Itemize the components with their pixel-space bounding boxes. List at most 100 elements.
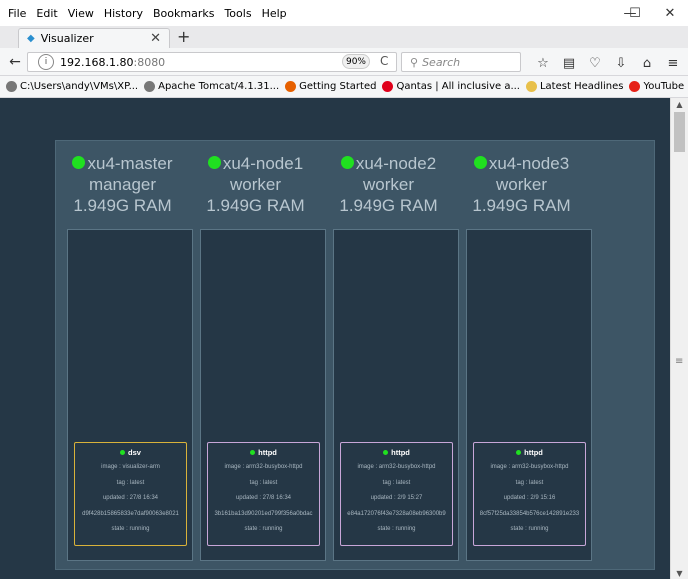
container-id: d9f428b15865833e7daf90063e8021 (82, 510, 179, 517)
node-xu4-node1: xu4-node1 worker 1.949G RAM httpd image : ar… (189, 141, 326, 571)
close-window-button[interactable]: ✕ (652, 0, 688, 26)
bookmark-item[interactable]: YouTube (629, 81, 684, 92)
info-icon[interactable]: i (38, 54, 54, 70)
node-role: worker (362, 175, 414, 194)
scroll-down-icon[interactable]: ▼ (671, 567, 688, 579)
container-image: image : arm32-busybox-httpd (357, 464, 436, 470)
back-button[interactable]: ← (5, 52, 25, 72)
node-name: xu4-master (87, 154, 173, 173)
vertical-scrollbar[interactable]: ▲ ≡ ▼ (670, 98, 688, 579)
youtube-icon (629, 81, 641, 92)
menu-item-bookmarks[interactable]: Bookmarks (151, 7, 216, 20)
node-header: xu4-node3 worker 1.949G RAM (455, 153, 588, 216)
zoom-indicator[interactable]: 90% (342, 54, 370, 69)
container-image: image : visualizer-arm (101, 464, 160, 470)
bookmark-star-icon[interactable]: ☆ (534, 54, 552, 72)
bookmark-label: Qantas | All inclusive a... (396, 81, 520, 92)
menu-item-edit[interactable]: Edit (34, 7, 59, 20)
container-state: state : running (510, 526, 549, 532)
bookmark-label: C:\Users\andy\VMs\XP... (20, 81, 139, 92)
container-card[interactable]: httpd image : arm32-busybox-httpd tag : la… (340, 442, 453, 546)
search-placeholder: Search (422, 55, 461, 69)
tab-visualizer[interactable]: ◆ Visualizer ✕ (18, 28, 170, 48)
scroll-grip-icon: ≡ (675, 356, 684, 367)
menu-item-tools[interactable]: Tools (222, 7, 253, 20)
swarm-cluster: xu4-master manager 1.949G RAM dsv image : vi… (55, 140, 655, 570)
menu-item-file[interactable]: File (6, 7, 28, 20)
node-name: xu4-node2 (355, 154, 437, 173)
status-dot-icon (516, 449, 522, 455)
container-card[interactable]: dsv image : visualizer-arm tag : latest upd… (74, 442, 187, 546)
scroll-up-icon[interactable]: ▲ (671, 98, 688, 110)
container-card[interactable]: httpd image : arm32-busybox-httpd tag : la… (473, 442, 586, 546)
container-card[interactable]: httpd image : arm32-busybox-httpd tag : la… (207, 442, 320, 546)
bookmark-item[interactable]: C:\Users\andy\VMs\XP... (6, 81, 138, 92)
container-state: state : running (244, 526, 283, 532)
node-ram: 1.949G RAM (339, 196, 438, 215)
bookmark-label: Latest Headlines (539, 81, 624, 92)
container-updated: updated : 27/8 16:34 (235, 495, 292, 501)
download-icon[interactable]: ⇩ (612, 54, 630, 72)
container-tag: tag : latest (382, 479, 411, 486)
node-name: xu4-node3 (488, 154, 570, 173)
status-dot-icon (250, 449, 256, 455)
container-state: state : running (377, 526, 416, 532)
container-name: httpd (391, 448, 410, 457)
container-updated: updated : 27/8 16:34 (102, 495, 159, 501)
bookmark-item[interactable]: Latest Headlines (525, 81, 624, 92)
status-dot-icon (207, 156, 221, 170)
container-name: dsv (128, 448, 141, 457)
menu-hamburger-icon[interactable]: ≡ (664, 54, 682, 72)
qantas-icon (382, 81, 394, 92)
bookmark-item[interactable]: Apache Tomcat/4.1.31... (144, 81, 279, 92)
container-updated: updated : 2/9 15:27 (370, 495, 423, 501)
scrollbar-thumb[interactable] (674, 112, 685, 152)
tab-title: Visualizer (40, 32, 94, 45)
menu-bar: File Edit View History Bookmarks Tools Help (0, 0, 688, 26)
node-container-column: httpd image : arm32-busybox-httpd tag : la… (333, 229, 459, 561)
bookmark-label: YouTube (643, 81, 685, 92)
container-id: e84a172076f43e7328a08eb96300b9 (347, 510, 446, 517)
bookmark-label: Apache Tomcat/4.1.31... (158, 81, 280, 92)
home-icon[interactable]: ⌂ (638, 54, 656, 72)
status-dot-icon (473, 156, 487, 170)
node-ram: 1.949G RAM (73, 196, 172, 215)
node-container-column: httpd image : arm32-busybox-httpd tag : la… (466, 229, 592, 561)
node-name: xu4-node1 (222, 154, 304, 173)
url-host: 192.168.1.80 (60, 55, 134, 69)
menu-item-help[interactable]: Help (260, 7, 289, 20)
navigation-bar: ← i 192.168.1.80:8080 90% C ⚲ Search ☆ ▤… (0, 48, 688, 76)
search-input[interactable]: ⚲ Search (401, 52, 521, 72)
docker-icon: ◆ (27, 33, 35, 44)
node-header: xu4-node2 worker 1.949G RAM (322, 153, 455, 216)
container-tag: tag : latest (116, 479, 145, 486)
maximize-button[interactable]: ☐ (617, 0, 653, 26)
tab-bar: ◆ Visualizer ✕ (0, 26, 688, 48)
search-icon: ⚲ (410, 55, 419, 69)
container-id: 3b161ba13d90201ed799f356a0bdac (214, 510, 313, 517)
container-name: httpd (258, 448, 277, 457)
reading-list-icon[interactable]: ▤ (560, 54, 578, 72)
node-container-column: dsv image : visualizer-arm tag : latest upd… (67, 229, 193, 561)
menu-item-history[interactable]: History (102, 7, 145, 20)
container-updated: updated : 2/9 15:16 (503, 495, 556, 501)
node-role: worker (495, 175, 547, 194)
bookmark-item[interactable]: Qantas | All inclusive a... (382, 81, 520, 92)
new-tab-button[interactable]: + (177, 27, 190, 46)
container-id: 8cf57f25da33854b576ce142891e233 (479, 510, 580, 517)
node-role: manager (88, 175, 157, 194)
pocket-icon[interactable]: ♡ (586, 54, 604, 72)
node-ram: 1.949G RAM (206, 196, 305, 215)
menu-item-view[interactable]: View (66, 7, 96, 20)
container-image: image : arm32-busybox-httpd (224, 464, 303, 470)
reload-icon[interactable]: C (380, 54, 388, 68)
container-state: state : running (111, 526, 150, 532)
container-tag: tag : latest (249, 479, 278, 486)
globe-icon (144, 81, 156, 92)
container-tag: tag : latest (515, 479, 544, 486)
bookmark-item[interactable]: Getting Started (285, 81, 376, 92)
node-role: worker (229, 175, 281, 194)
tab-close-icon[interactable]: ✕ (150, 31, 161, 46)
node-container-column: httpd image : arm32-busybox-httpd tag : la… (200, 229, 326, 561)
globe-icon (6, 81, 17, 92)
